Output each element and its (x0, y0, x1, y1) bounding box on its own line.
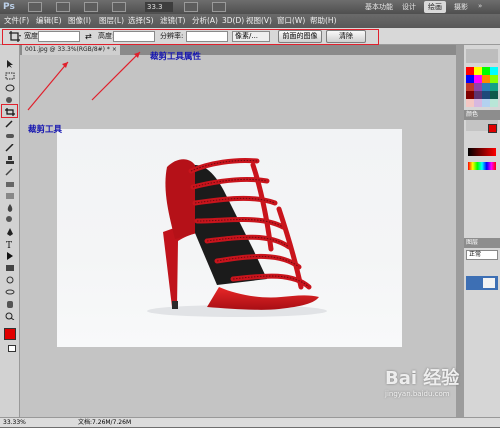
baidu-watermark: Bai 经验 jingyan.baidu.com (385, 368, 495, 408)
annotation-crop-tool: 裁剪工具 (28, 125, 63, 135)
watermark-url: jingyan.baidu.com (385, 390, 450, 398)
annotation-crop-tool-properties: 裁剪工具属性 (150, 52, 202, 62)
annotation-arrows (27, 51, 141, 111)
watermark-brand: Bai 经验 (385, 368, 460, 389)
